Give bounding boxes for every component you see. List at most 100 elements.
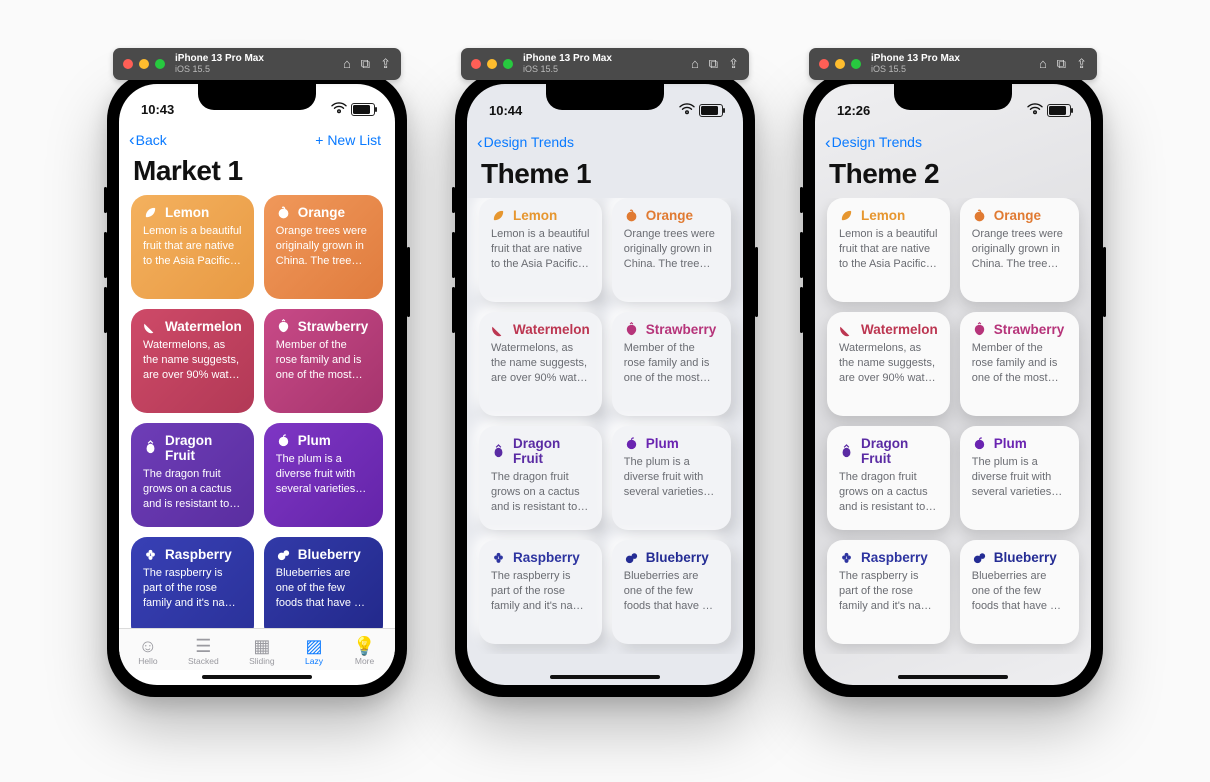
sim-share-icon[interactable]: ⇪ bbox=[728, 56, 739, 72]
tab-bar: ☺ Hello ☰ Stacked ▦ Sliding ▨ Lazy 💡 bbox=[119, 628, 395, 670]
tab-sliding[interactable]: ▦ Sliding bbox=[245, 635, 279, 668]
wifi-icon bbox=[679, 103, 695, 118]
plum-icon bbox=[972, 436, 987, 451]
traffic-minimize-icon[interactable] bbox=[487, 59, 497, 69]
status-time: 10:44 bbox=[489, 103, 522, 118]
sim-share-icon[interactable]: ⇪ bbox=[1076, 56, 1087, 72]
card-lemon[interactable]: Lemon Lemon is a beautiful fruit that ar… bbox=[827, 198, 950, 302]
sim-screenshot-icon[interactable]: ⧉ bbox=[709, 56, 718, 72]
back-button[interactable]: ‹ Design Trends bbox=[477, 134, 574, 151]
dragon-fruit-icon bbox=[839, 444, 854, 459]
home-indicator[interactable] bbox=[202, 675, 312, 679]
sim-os-name: iOS 15.5 bbox=[871, 65, 1039, 74]
card-plum[interactable]: Plum The plum is a diverse fruit with se… bbox=[612, 426, 731, 530]
sim-device-name: iPhone 13 Pro Max bbox=[175, 54, 343, 65]
simulator-toolbar: iPhone 13 Pro Max iOS 15.5 ⌂ ⧉ ⇪ bbox=[809, 48, 1097, 80]
card-blueberry[interactable]: Blueberry Blueberries are one of the few… bbox=[264, 537, 383, 628]
sim-home-icon[interactable]: ⌂ bbox=[691, 56, 699, 72]
card-dragon-fruit[interactable]: Dragon Fruit The dragon fruit grows on a… bbox=[131, 423, 254, 527]
card-lemon[interactable]: Lemon Lemon is a beautiful fruit that ar… bbox=[131, 195, 254, 299]
card-dragon-fruit[interactable]: Dragon Fruit The dragon fruit grows on a… bbox=[479, 426, 602, 530]
sim-os-name: iOS 15.5 bbox=[523, 65, 691, 74]
raspberry-icon bbox=[491, 550, 506, 565]
card-watermelon[interactable]: Watermelon Watermelons, as the name sugg… bbox=[827, 312, 950, 416]
card-watermelon[interactable]: Watermelon Watermelons, as the name sugg… bbox=[479, 312, 602, 416]
grid-3x2-icon: ▨ bbox=[305, 637, 322, 655]
chevron-left-icon: ‹ bbox=[477, 134, 483, 151]
back-label: Design Trends bbox=[484, 134, 574, 150]
lemon-icon bbox=[491, 208, 506, 223]
back-button[interactable]: ‹ Back bbox=[129, 131, 167, 148]
sim-home-icon[interactable]: ⌂ bbox=[343, 56, 351, 72]
traffic-zoom-icon[interactable] bbox=[503, 59, 513, 69]
back-button[interactable]: ‹ Design Trends bbox=[825, 134, 922, 151]
status-time: 10:43 bbox=[141, 102, 174, 117]
sim-screenshot-icon[interactable]: ⧉ bbox=[1057, 56, 1066, 72]
tab-more[interactable]: 💡 More bbox=[349, 635, 379, 668]
strawberry-icon bbox=[624, 322, 639, 337]
card-raspberry[interactable]: Raspberry The raspberry is part of the r… bbox=[827, 540, 950, 644]
tab-hello[interactable]: ☺ Hello bbox=[134, 635, 161, 668]
notch bbox=[894, 84, 1012, 110]
card-watermelon[interactable]: Watermelon Watermelons, as the name sugg… bbox=[131, 309, 254, 413]
traffic-zoom-icon[interactable] bbox=[851, 59, 861, 69]
card-plum[interactable]: Plum The plum is a diverse fruit with se… bbox=[264, 423, 383, 527]
blueberry-icon bbox=[624, 550, 639, 565]
page-title: Theme 2 bbox=[829, 158, 1091, 190]
watermelon-icon bbox=[839, 322, 854, 337]
watermelon-icon bbox=[491, 322, 506, 337]
card-strawberry[interactable]: Strawberry Member of the rose family and… bbox=[264, 309, 383, 413]
status-time: 12:26 bbox=[837, 103, 870, 118]
simulator-toolbar: iPhone 13 Pro Max iOS 15.5 ⌂ ⧉ ⇪ bbox=[113, 48, 401, 80]
traffic-zoom-icon[interactable] bbox=[155, 59, 165, 69]
new-list-button[interactable]: + New List bbox=[315, 132, 381, 148]
traffic-minimize-icon[interactable] bbox=[139, 59, 149, 69]
blueberry-icon bbox=[972, 550, 987, 565]
lightbulb-icon: 💡 bbox=[353, 637, 375, 655]
battery-icon bbox=[351, 103, 375, 116]
page-title: Theme 1 bbox=[481, 158, 743, 190]
sim-screenshot-icon[interactable]: ⧉ bbox=[361, 56, 370, 72]
traffic-close-icon[interactable] bbox=[123, 59, 133, 69]
device-frame: 10:43 ‹ Back + New List Market 1 L bbox=[107, 72, 407, 697]
battery-icon bbox=[1047, 104, 1071, 117]
card-dragon-fruit[interactable]: Dragon Fruit The dragon fruit grows on a… bbox=[827, 426, 950, 530]
orange-icon bbox=[624, 208, 639, 223]
device-frame: 12:26 ‹ Design Trends Theme 2 Lemon bbox=[803, 72, 1103, 697]
card-orange[interactable]: Orange Orange trees were originally grow… bbox=[264, 195, 383, 299]
card-orange[interactable]: Orange Orange trees were originally grow… bbox=[960, 198, 1079, 302]
tab-stacked[interactable]: ☰ Stacked bbox=[184, 635, 223, 668]
plum-icon bbox=[624, 436, 639, 451]
sim-share-icon[interactable]: ⇪ bbox=[380, 56, 391, 72]
grid-2x2-icon: ▦ bbox=[253, 637, 270, 655]
card-orange[interactable]: Orange Orange trees were originally grow… bbox=[612, 198, 731, 302]
traffic-close-icon[interactable] bbox=[819, 59, 829, 69]
card-strawberry[interactable]: Strawberry Member of the rose family and… bbox=[612, 312, 731, 416]
dragon-fruit-icon bbox=[143, 440, 158, 455]
card-blueberry[interactable]: Blueberry Blueberries are one of the few… bbox=[960, 540, 1079, 644]
sim-home-icon[interactable]: ⌂ bbox=[1039, 56, 1047, 72]
card-raspberry[interactable]: Raspberry The raspberry is part of the r… bbox=[131, 537, 254, 628]
smiley-icon: ☺ bbox=[139, 637, 157, 655]
sim-os-name: iOS 15.5 bbox=[175, 65, 343, 74]
card-plum[interactable]: Plum The plum is a diverse fruit with se… bbox=[960, 426, 1079, 530]
wifi-icon bbox=[1027, 103, 1043, 118]
card-raspberry[interactable]: Raspberry The raspberry is part of the r… bbox=[479, 540, 602, 644]
battery-icon bbox=[699, 104, 723, 117]
card-lemon[interactable]: Lemon Lemon is a beautiful fruit that ar… bbox=[479, 198, 602, 302]
simulator-toolbar: iPhone 13 Pro Max iOS 15.5 ⌂ ⧉ ⇪ bbox=[461, 48, 749, 80]
raspberry-icon bbox=[839, 550, 854, 565]
traffic-minimize-icon[interactable] bbox=[835, 59, 845, 69]
card-blueberry[interactable]: Blueberry Blueberries are one of the few… bbox=[612, 540, 731, 644]
dragon-fruit-icon bbox=[491, 444, 506, 459]
lemon-icon bbox=[143, 205, 158, 220]
strawberry-icon bbox=[276, 319, 291, 334]
home-indicator[interactable] bbox=[550, 675, 660, 679]
notch bbox=[546, 84, 664, 110]
traffic-close-icon[interactable] bbox=[471, 59, 481, 69]
page-title: Market 1 bbox=[133, 155, 395, 187]
home-indicator[interactable] bbox=[898, 675, 1008, 679]
card-strawberry[interactable]: Strawberry Member of the rose family and… bbox=[960, 312, 1079, 416]
orange-icon bbox=[972, 208, 987, 223]
tab-lazy[interactable]: ▨ Lazy bbox=[301, 635, 327, 668]
